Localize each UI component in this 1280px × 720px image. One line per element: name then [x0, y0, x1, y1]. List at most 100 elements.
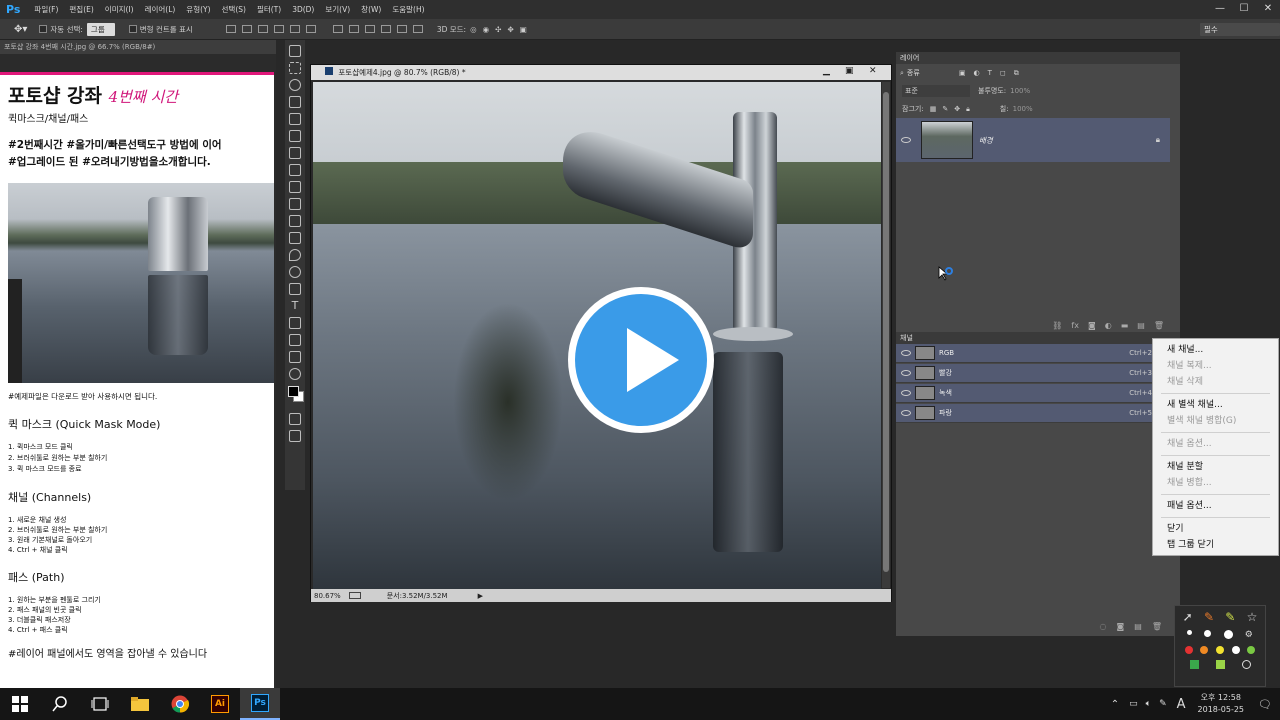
stamp-tool-icon[interactable] [289, 181, 301, 193]
channel-eye-icon[interactable] [901, 390, 911, 396]
context-menu-item[interactable]: 새 별색 채널... [1153, 397, 1278, 413]
clock[interactable]: 오후 12:58 2018-05-25 [1198, 692, 1245, 716]
color-lime-square[interactable] [1215, 660, 1225, 669]
photoshop-button[interactable]: Ps [240, 688, 280, 720]
align-middle-icon[interactable] [241, 25, 252, 33]
distribute-5-icon[interactable] [396, 25, 407, 33]
blur-tool-icon[interactable] [289, 249, 301, 261]
menu-type[interactable]: 유형(Y) [186, 4, 210, 15]
paint-bucket-tool-icon[interactable] [289, 232, 301, 244]
filter-search-icon[interactable]: ⌕ [900, 69, 904, 78]
pen-tool-icon[interactable] [289, 283, 301, 295]
brush-tool-icon[interactable] [289, 164, 301, 176]
menu-edit[interactable]: 편집(E) [69, 4, 93, 15]
context-menu-item[interactable]: 탭 그룹 닫기 [1153, 537, 1278, 553]
layers-tab[interactable]: 레이어 [896, 52, 1180, 64]
chrome-button[interactable] [160, 688, 200, 720]
channels-tab[interactable]: 채널 [896, 332, 1180, 344]
zoom-level[interactable]: 80.67% [314, 592, 341, 600]
distribute-2-icon[interactable] [348, 25, 359, 33]
notifications-icon[interactable]: 🗨︎ [1258, 698, 1272, 711]
quick-mask-mode-icon[interactable] [289, 413, 301, 425]
distribute-6-icon[interactable] [412, 25, 423, 33]
filter-smart-icon[interactable]: ⧉ [1014, 69, 1019, 78]
path-selection-tool-icon[interactable] [289, 317, 301, 329]
3d-pan-icon[interactable]: ✣ [495, 25, 501, 34]
delete-channel-icon[interactable]: 🗑︎ [1152, 622, 1162, 634]
3d-slide-icon[interactable]: ✥ [507, 25, 513, 34]
menu-window[interactable]: 창(W) [361, 4, 381, 15]
type-tool-icon[interactable]: T [289, 300, 301, 312]
color-green-square[interactable] [1189, 660, 1199, 669]
context-menu-item[interactable]: 새 채널... [1153, 342, 1278, 358]
pointer-icon[interactable]: ➚ [1183, 610, 1193, 624]
channel-row-green[interactable]: 녹색 Ctrl+4 [896, 384, 1156, 403]
highlighter-icon[interactable]: ✎ [1225, 610, 1235, 624]
color-orange[interactable] [1200, 646, 1209, 654]
eraser-circle[interactable] [1241, 660, 1251, 669]
new-layer-icon[interactable]: ▤ [1137, 321, 1145, 330]
align-center-icon[interactable] [289, 25, 300, 33]
dodge-tool-icon[interactable] [289, 266, 301, 278]
align-left-icon[interactable] [273, 25, 284, 33]
tray-chevron-icon[interactable]: ⌃ [1111, 699, 1119, 710]
layer-row-background[interactable]: 배경 🔒︎ [896, 118, 1170, 162]
eraser-tool-icon[interactable] [289, 215, 301, 227]
color-yellow[interactable] [1215, 646, 1224, 654]
illustrator-button[interactable]: Ai [200, 688, 240, 720]
new-group-icon[interactable]: ▬ [1121, 321, 1129, 330]
vertical-scrollbar[interactable] [882, 82, 890, 588]
menu-help[interactable]: 도움말(H) [392, 4, 424, 15]
menu-image[interactable]: 이미지(I) [105, 4, 134, 15]
crop-tool-icon[interactable] [289, 113, 301, 125]
zoom-tool-icon[interactable] [289, 368, 301, 380]
history-brush-tool-icon[interactable] [289, 198, 301, 210]
context-menu-item[interactable]: 패널 옵션... [1153, 498, 1278, 514]
layer-name[interactable]: 배경 [979, 135, 993, 146]
doc-close-button[interactable]: ✕ [869, 66, 877, 76]
size-dot-large[interactable] [1223, 630, 1233, 639]
channel-eye-icon[interactable] [901, 350, 911, 356]
layer-style-icon[interactable]: fx [1071, 321, 1079, 330]
opacity-field[interactable]: 100% [1010, 87, 1030, 95]
close-button[interactable]: ✕ [1256, 0, 1280, 19]
context-menu-item[interactable]: 닫기 [1153, 521, 1278, 537]
lock-transparent-icon[interactable]: ▦ [930, 105, 937, 113]
size-dot-small[interactable] [1187, 630, 1193, 635]
auto-select-dropdown[interactable]: 그룹 [86, 22, 115, 36]
auto-select-checkbox[interactable] [39, 25, 48, 33]
channel-eye-icon[interactable] [901, 410, 911, 416]
video-play-button[interactable] [568, 287, 714, 433]
document-title-bar[interactable]: 포토샵예제4.jpg @ 80.7% (RGB/8) * ▁ ▣ ✕ [311, 65, 891, 80]
3d-roll-icon[interactable]: ◉ [483, 25, 490, 34]
minimize-button[interactable]: — [1208, 0, 1232, 19]
transform-checkbox[interactable] [128, 25, 137, 33]
menu-layer[interactable]: 레이어(L) [145, 4, 176, 15]
left-document-tab[interactable]: 포토샵 강좌 4번째 시간.jpg @ 66.7% (RGB/8#) [0, 40, 276, 54]
status-info-icon[interactable] [348, 592, 361, 599]
pen-icon[interactable]: ✎ [1204, 610, 1214, 624]
eyedropper-tool-icon[interactable] [289, 130, 301, 142]
size-dot-medium[interactable] [1204, 630, 1212, 637]
task-view-button[interactable] [80, 688, 120, 720]
filter-pixel-icon[interactable]: ▣ [959, 69, 966, 77]
color-white[interactable] [1231, 646, 1240, 654]
adjustment-layer-icon[interactable]: ◐ [1105, 321, 1112, 330]
save-selection-icon[interactable]: ◙ [1117, 622, 1125, 634]
3d-scale-icon[interactable]: ▣ [520, 25, 527, 34]
blend-mode-dropdown[interactable]: 표준 [902, 85, 970, 97]
lasso-tool-icon[interactable] [289, 79, 301, 91]
marquee-tool-icon[interactable] [289, 62, 301, 74]
status-menu-arrow[interactable]: ▶ [478, 592, 483, 600]
distribute-4-icon[interactable] [380, 25, 391, 33]
screen-mode-icon[interactable] [289, 430, 301, 442]
3d-rotate-icon[interactable]: ◎ [470, 25, 477, 34]
menu-file[interactable]: 파일(F) [34, 4, 58, 15]
color-swatches[interactable] [288, 386, 305, 408]
star-icon[interactable]: ☆ [1247, 610, 1258, 624]
channel-row-red[interactable]: 빨강 Ctrl+3 [896, 364, 1156, 383]
channel-row-blue[interactable]: 파랑 Ctrl+5 [896, 404, 1156, 423]
filter-adjust-icon[interactable]: ◐ [974, 69, 980, 77]
move-tool-icon[interactable]: ✥▾ [14, 24, 27, 35]
align-bottom-icon[interactable] [257, 25, 268, 33]
